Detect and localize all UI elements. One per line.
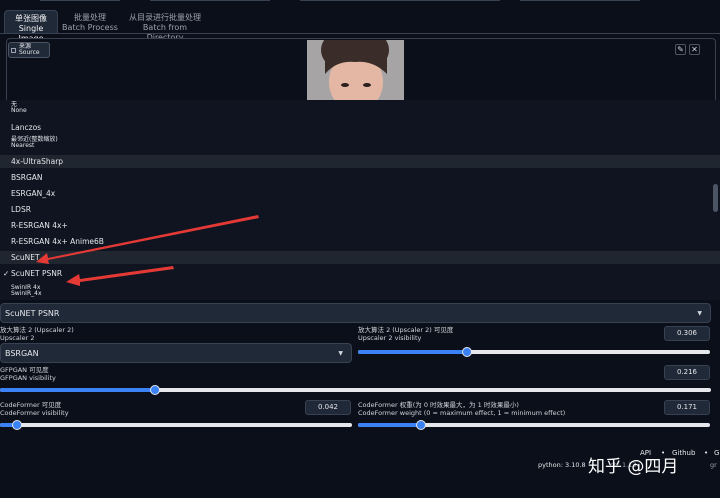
tab-batch-from-directory[interactable]: 从目录进行批量处理Batch from Directory xyxy=(124,10,206,42)
list-item[interactable]: R-ESRGAN 4x+ xyxy=(0,221,720,230)
slider-handle[interactable] xyxy=(150,385,160,395)
upscaler2-select[interactable]: BSRGAN ▼ xyxy=(0,343,352,363)
gfpgan-slider[interactable] xyxy=(0,385,711,395)
upscaler2-visibility-input[interactable]: 0.306 xyxy=(664,326,710,341)
list-item[interactable]: BSRGAN xyxy=(0,173,720,182)
tab-single-image[interactable]: 单张图像Single Image xyxy=(4,10,58,43)
checkmark-icon: ✓ xyxy=(3,269,10,278)
slider-handle[interactable] xyxy=(416,420,426,430)
codeformer-visibility-input[interactable]: 0.042 xyxy=(305,400,351,415)
source-image xyxy=(307,40,404,100)
close-icon[interactable]: ✕ xyxy=(689,44,700,55)
codeformer-weight-label: CodeFormer 权重(为 0 时效果最大，为 1 时效果最小) CodeFo… xyxy=(358,401,566,417)
image-icon xyxy=(11,47,16,53)
list-item[interactable]: ESRGAN_4x xyxy=(0,189,720,198)
codeformer-visibility-slider[interactable] xyxy=(0,420,352,430)
slider-handle[interactable] xyxy=(12,420,22,430)
gfpgan-input[interactable]: 0.216 xyxy=(664,365,710,380)
upscaler2-visibility-label: 放大算法 2 (Upscaler 2) 可见度 Upscaler 2 visibi… xyxy=(358,326,454,342)
list-item[interactable]: R-ESRGAN 4x+ Anime6B xyxy=(0,237,720,246)
list-item[interactable]: 无 None xyxy=(0,102,720,114)
upscaler1-select[interactable]: ScuNET PSNR ▼ xyxy=(0,303,711,323)
tab-divider xyxy=(0,33,720,34)
list-item[interactable]: ScuNET xyxy=(0,251,720,264)
top-border xyxy=(0,0,720,4)
python-version: python: 3.10.8 xyxy=(538,461,586,469)
caret-down-icon: ▼ xyxy=(338,350,343,357)
list-item[interactable]: LDSR xyxy=(0,205,720,214)
gradio-version: gr xyxy=(710,461,717,469)
upscaler2-label: 放大算法 2 (Upscaler 2) Upscaler 2 xyxy=(0,326,74,342)
dropdown-scrollbar[interactable] xyxy=(713,184,718,212)
caret-down-icon: ▼ xyxy=(697,310,702,317)
tab-batch-process[interactable]: 批量处理 Batch Process xyxy=(62,10,118,34)
edit-icon[interactable]: ✎ xyxy=(675,44,686,55)
slider-handle[interactable] xyxy=(462,347,472,357)
gfpgan-label: GFPGAN 可见度 GFPGAN visibility xyxy=(0,366,56,382)
upscaler2-visibility-slider[interactable] xyxy=(358,347,710,357)
footer-separator: • xyxy=(704,449,709,457)
list-item-selected[interactable]: ✓ ScuNET PSNR xyxy=(0,268,720,280)
codeformer-weight-slider[interactable] xyxy=(358,420,710,430)
list-item[interactable]: Lanczos xyxy=(0,123,720,132)
list-item[interactable]: SwinIR 4x SwinIR_4x xyxy=(0,285,720,297)
upscaler-dropdown-list[interactable]: 无 None Lanczos 最邻近(整数缩放) Nearest 4x-UltraS… xyxy=(0,100,720,300)
source-label: 来源 Source xyxy=(8,42,50,58)
list-item[interactable]: 4x-UltraSharp xyxy=(0,155,720,168)
slider-fill xyxy=(0,388,154,392)
slider-fill xyxy=(358,350,466,354)
zhihu-watermark: 知乎 @四月 xyxy=(588,457,679,477)
list-item[interactable]: 最邻近(整数缩放) Nearest xyxy=(0,137,720,149)
slider-fill xyxy=(358,423,420,427)
codeformer-visibility-label: CodeFormer 可见度 CodeFormer visibility xyxy=(0,401,69,417)
gradio-link[interactable]: G xyxy=(714,449,719,457)
codeformer-weight-input[interactable]: 0.171 xyxy=(664,400,710,415)
